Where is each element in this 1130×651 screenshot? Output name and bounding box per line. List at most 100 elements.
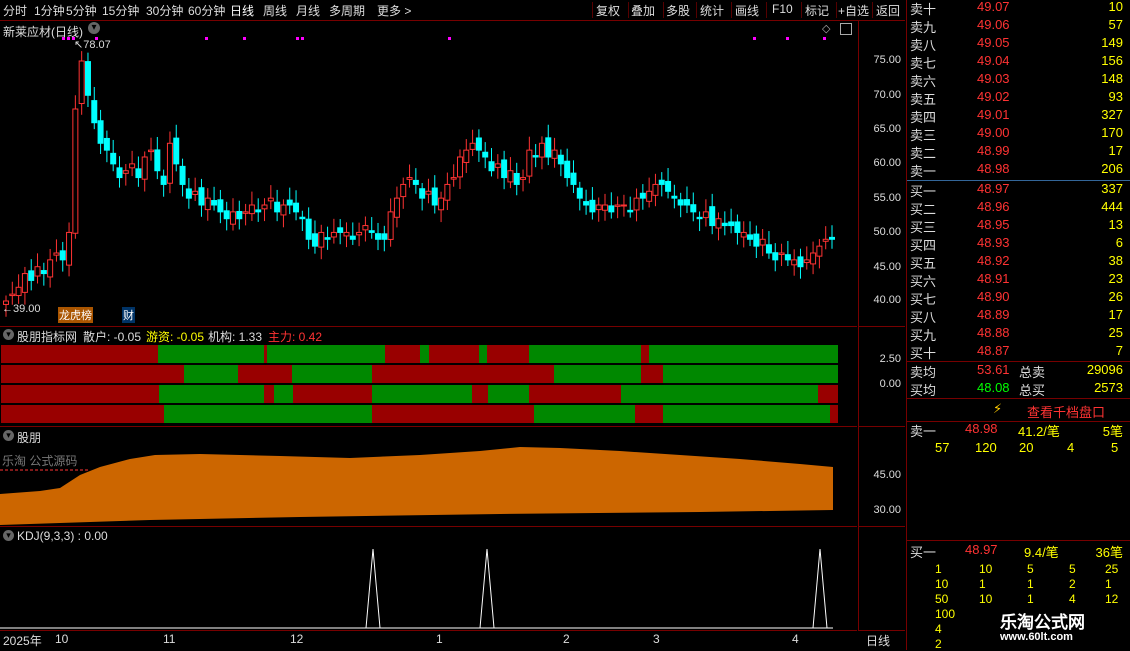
ask-level-row[interactable]: 卖二 48.99 17 xyxy=(907,143,1127,161)
maximize-icon[interactable] xyxy=(840,23,852,35)
bid-level-row[interactable]: 买四 48.93 6 xyxy=(907,235,1127,253)
fuquan-button[interactable]: 复权 xyxy=(596,2,620,19)
ask-level-row[interactable]: 卖八 49.05 149 xyxy=(907,35,1127,53)
bid-level-row[interactable]: 买五 48.92 38 xyxy=(907,253,1127,271)
ask-level-label: 卖四 xyxy=(910,110,937,125)
candlestick-pane[interactable]: 新莱应材(日线) ▾ ↖78.07 ←39.00 龙虎榜 财 ◇ xyxy=(0,21,857,327)
bid1-detail-label: 买一 xyxy=(910,545,937,560)
candle-body xyxy=(620,204,627,207)
candle-body xyxy=(393,197,400,218)
indicator1-title: 股朋指标网 xyxy=(17,330,78,344)
period-tab-5min[interactable]: 5分钟 xyxy=(66,2,97,19)
ask-level-row[interactable]: 卖五 49.02 93 xyxy=(907,89,1127,107)
add-watchlist-button[interactable]: +自选 xyxy=(838,2,869,19)
candle-body xyxy=(103,137,110,151)
period-tab-15min[interactable]: 15分钟 xyxy=(102,2,139,19)
ask-level-row[interactable]: 卖三 49.00 170 xyxy=(907,125,1127,143)
chevron-down-icon[interactable]: ▾ xyxy=(3,430,14,441)
area-indicator-pane[interactable]: ▾ 股朋 乐淘 公式源码 xyxy=(0,427,857,527)
candle-body xyxy=(431,187,438,206)
bid-level-row[interactable]: 买七 48.90 26 xyxy=(907,289,1127,307)
period-tab-multi[interactable]: 多周期 xyxy=(329,2,365,19)
bid-level-label: 买四 xyxy=(910,238,937,253)
kdj-title: KDJ(9,3,3) : 0.00 xyxy=(17,529,108,543)
candlestick-chart[interactable] xyxy=(0,21,857,326)
strip-segment xyxy=(1,405,164,423)
strip-segment xyxy=(656,385,818,403)
ask-level-price: 49.02 xyxy=(977,89,1010,104)
period-tab-30min[interactable]: 30分钟 xyxy=(146,2,183,19)
candle-body xyxy=(551,149,558,159)
ask-level-row[interactable]: 卖七 49.04 156 xyxy=(907,53,1127,71)
candle-body xyxy=(72,108,79,234)
strip-segment xyxy=(372,385,472,403)
kdj-chart xyxy=(0,548,833,629)
bid-level-row[interactable]: 买三 48.95 13 xyxy=(907,217,1127,235)
candle-body xyxy=(122,170,129,174)
orange-area xyxy=(0,447,833,525)
date-label: 11 xyxy=(163,632,176,646)
period-tab-more[interactable]: 更多 > xyxy=(377,2,411,19)
bid-level-row[interactable]: 买一 48.97 337 xyxy=(907,181,1127,199)
ask-level-label: 卖五 xyxy=(910,92,937,107)
kdj-pane[interactable]: ▾ KDJ(9,3,3) : 0.00 xyxy=(0,527,857,631)
candle-body xyxy=(520,177,527,180)
bid-level-row[interactable]: 买九 48.88 25 xyxy=(907,325,1127,343)
ask-level-volume: 10 xyxy=(1108,0,1123,14)
chevron-down-icon[interactable]: ▾ xyxy=(3,329,14,340)
bid-level-volume: 25 xyxy=(1108,325,1123,340)
bid1-detail-row: 买一 48.97 9.4/笔 36笔 xyxy=(907,542,1127,560)
period-tab-daily[interactable]: 日线 xyxy=(230,2,254,19)
ask-level-volume: 156 xyxy=(1101,53,1123,68)
mark-button[interactable]: 标记 xyxy=(805,2,829,19)
multi-stock-button[interactable]: 多股 xyxy=(666,2,690,19)
queue-cell: 1 xyxy=(979,577,986,591)
period-tab-1min[interactable]: 1分钟 xyxy=(34,2,65,19)
axis-tick: 45.00 xyxy=(873,469,901,481)
candle-body xyxy=(683,199,690,206)
ask-level-label: 卖七 xyxy=(910,56,937,71)
bid-level-volume: 337 xyxy=(1101,181,1123,196)
ask-level-price: 48.98 xyxy=(977,161,1010,176)
queue-cell: 1 xyxy=(1105,577,1112,591)
indicator-strip-pane[interactable]: ▾ 股朋指标网 散户: -0.05 游资: -0.05 机构: 1.33 主力:… xyxy=(0,327,857,427)
overlay-button[interactable]: 叠加 xyxy=(631,2,655,19)
period-tab-monthly[interactable]: 月线 xyxy=(296,2,320,19)
period-tab-weekly[interactable]: 周线 xyxy=(263,2,287,19)
view-depth-button[interactable]: ⚡ 查看千档盘口 xyxy=(907,399,1130,421)
strip-segment xyxy=(184,365,238,383)
ask-level-row[interactable]: 卖六 49.03 148 xyxy=(907,71,1127,89)
strip-segment xyxy=(641,365,663,383)
bid-level-row[interactable]: 买二 48.96 444 xyxy=(907,199,1127,217)
ask-level-row[interactable]: 卖九 49.06 57 xyxy=(907,17,1127,35)
period-tab-60min[interactable]: 60分钟 xyxy=(188,2,225,19)
diamond-icon[interactable]: ◇ xyxy=(822,22,830,35)
chevron-down-icon[interactable]: ▾ xyxy=(88,22,100,34)
candle-body xyxy=(110,152,117,165)
bid-level-row[interactable]: 买八 48.89 17 xyxy=(907,307,1127,325)
finance-tag[interactable]: 财 xyxy=(122,307,135,323)
f10-button[interactable]: F10 xyxy=(772,2,793,16)
avg-buy-row: 买均 48.08 总买 2573 xyxy=(907,380,1127,398)
ask-level-row[interactable]: 卖一 48.98 206 xyxy=(907,161,1127,179)
period-indicator[interactable]: 日线 xyxy=(866,632,890,649)
stats-button[interactable]: 统计 xyxy=(700,2,724,19)
draw-line-button[interactable]: 画线 xyxy=(735,2,759,19)
back-button[interactable]: 返回 xyxy=(876,2,900,19)
bid-level-price: 48.87 xyxy=(977,343,1010,358)
view-depth-label: 查看千档盘口 xyxy=(1027,405,1106,420)
period-tab-fenshi[interactable]: 分时 xyxy=(3,2,27,19)
candle-body xyxy=(494,163,501,168)
ask-level-volume: 57 xyxy=(1108,17,1123,32)
strip-segment xyxy=(158,345,264,363)
bid-level-row[interactable]: 买六 48.91 23 xyxy=(907,271,1127,289)
bid-level-row[interactable]: 买十 48.87 7 xyxy=(907,343,1127,361)
dragon-tiger-tag[interactable]: 龙虎榜 xyxy=(58,307,93,323)
ask-level-row[interactable]: 卖四 49.01 327 xyxy=(907,107,1127,125)
hot-money-value: 游资: -0.05 xyxy=(146,330,205,344)
ask-level-row[interactable]: 卖十 49.07 10 xyxy=(907,0,1127,17)
low-price-label: ←39.00 xyxy=(2,303,41,315)
toolbar-divider xyxy=(731,2,732,18)
bid-level-volume: 13 xyxy=(1108,217,1123,232)
chevron-down-icon[interactable]: ▾ xyxy=(3,530,14,541)
